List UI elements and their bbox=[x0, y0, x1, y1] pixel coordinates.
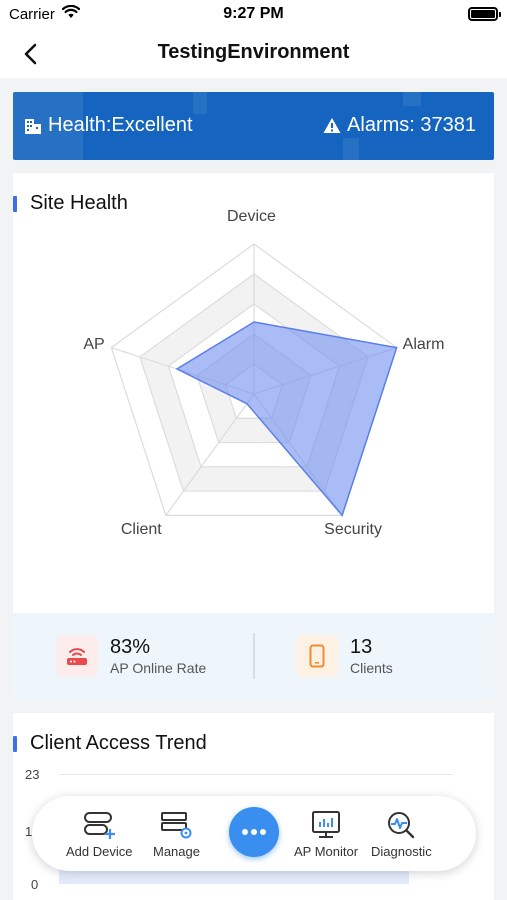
radar-label-device: Device bbox=[227, 208, 276, 225]
ap-online-stat[interactable]: 83% AP Online Rate bbox=[56, 635, 206, 677]
section-marker bbox=[13, 735, 17, 752]
battery-icon bbox=[468, 7, 501, 21]
ap-online-label: AP Online Rate bbox=[110, 660, 207, 676]
alarm-summary[interactable]: Alarms: 37381 bbox=[323, 114, 476, 137]
banner-decoration bbox=[343, 138, 359, 160]
diagnostic-button[interactable]: Diagnostic bbox=[371, 810, 432, 859]
page-title: TestingEnvironment bbox=[157, 41, 350, 63]
site-health-radar-chart bbox=[110, 243, 398, 517]
stats-strip: 83% AP Online Rate 13 Clients bbox=[13, 613, 494, 700]
client-trend-title: Client Access Trend bbox=[13, 732, 207, 755]
manage-button[interactable]: Manage bbox=[153, 810, 200, 859]
radar-label-ap: AP bbox=[83, 335, 105, 353]
stats-divider bbox=[253, 633, 255, 679]
section-title-text: Client Access Trend bbox=[30, 732, 207, 754]
phone-icon bbox=[296, 635, 338, 677]
y-tick-min: 0 bbox=[31, 877, 39, 892]
router-icon bbox=[56, 635, 98, 677]
site-health-card: Site Health Device Alarm Security Client… bbox=[13, 173, 494, 613]
building-icon bbox=[25, 118, 41, 134]
alarms-label: Alarms: 37381 bbox=[347, 114, 476, 136]
diagnostic-label: Diagnostic bbox=[371, 844, 432, 859]
ap-online-value: 83% bbox=[110, 636, 151, 658]
health-label: Health:Excellent bbox=[48, 114, 193, 136]
nav-bar: TestingEnvironment bbox=[0, 28, 507, 78]
y-tick-max: 23 bbox=[25, 767, 40, 782]
more-dots-icon bbox=[242, 829, 266, 835]
ap-monitor-button[interactable]: AP Monitor bbox=[294, 810, 358, 859]
radar-label-client: Client bbox=[120, 521, 162, 539]
monitor-icon bbox=[312, 811, 341, 838]
radar-label-security: Security bbox=[324, 521, 382, 539]
health-status: Health:Excellent bbox=[24, 114, 193, 137]
banner-decoration bbox=[403, 92, 421, 106]
health-banner: Health:Excellent Alarms: 37381 bbox=[13, 92, 494, 160]
add-device-icon bbox=[84, 812, 116, 839]
status-bar: Carrier 9:27 PM bbox=[0, 0, 507, 28]
add-device-button[interactable]: Add Device bbox=[66, 810, 132, 859]
ap-monitor-label: AP Monitor bbox=[294, 844, 359, 859]
manage-label: Manage bbox=[153, 844, 200, 859]
clients-value: 13 bbox=[350, 636, 373, 658]
clock: 9:27 PM bbox=[223, 5, 284, 22]
banner-decoration bbox=[193, 92, 207, 114]
clients-stat[interactable]: 13 Clients bbox=[296, 635, 393, 677]
action-bar: Add Device Manage AP Monitor Diagnostic bbox=[32, 796, 476, 871]
diagnostic-icon bbox=[388, 812, 415, 839]
warning-icon bbox=[323, 118, 341, 133]
clients-label: Clients bbox=[350, 660, 393, 676]
manage-icon bbox=[161, 812, 192, 839]
more-button[interactable] bbox=[229, 807, 279, 857]
radar-label-alarm: Alarm bbox=[402, 335, 445, 353]
gridline bbox=[59, 774, 453, 775]
add-device-label: Add Device bbox=[66, 844, 133, 859]
